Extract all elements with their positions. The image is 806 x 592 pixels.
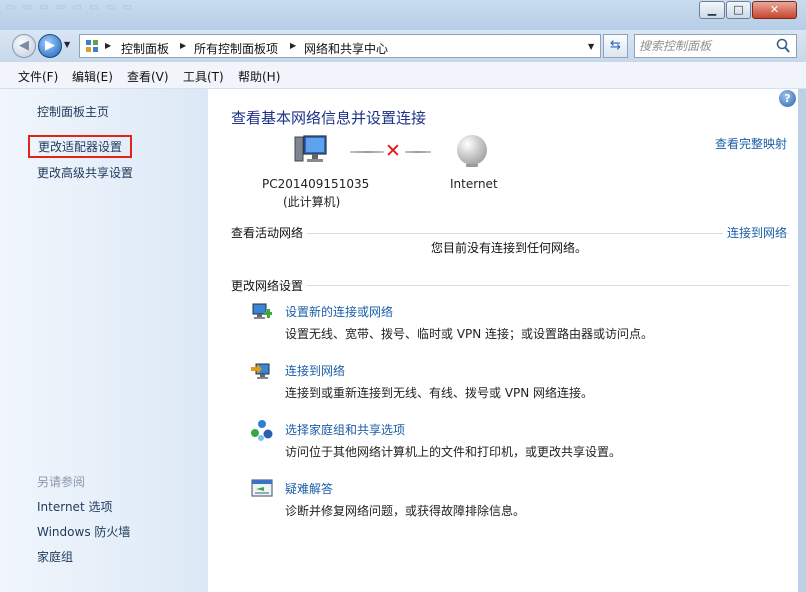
address-box[interactable]: ▶ 控制面板 ▶ 所有控制面板项 ▶ 网络和共享中心 ▼	[79, 34, 601, 58]
control-panel-icon	[85, 39, 99, 53]
connection-line	[405, 151, 431, 153]
sidebar-link-adapter-settings[interactable]: 更改适配器设置	[28, 135, 133, 158]
computer-sub-label: (此计算机)	[283, 195, 341, 209]
task-link-troubleshoot[interactable]: 疑难解答	[285, 480, 333, 497]
active-networks-heading: 查看活动网络	[231, 224, 308, 241]
homegroup-icon	[251, 420, 273, 441]
sidebar-link-firewall[interactable]: Windows 防火墙	[37, 523, 130, 540]
task-desc-homegroup: 访问位于其他网络计算机上的文件和打印机，或更改共享设置。	[285, 445, 622, 459]
sidebar-link-advanced-sharing[interactable]: 更改高级共享设置	[37, 164, 133, 181]
sidebar: 控制面板主页 更改适配器设置 更改高级共享设置 另请参阅 Internet 选项…	[0, 89, 208, 592]
back-button[interactable]: ◀	[12, 34, 36, 58]
recent-pages-dropdown-icon[interactable]: ▼	[64, 40, 70, 49]
connect-to-network-link[interactable]: 连接到网络	[723, 224, 788, 241]
internet-label: Internet	[450, 177, 498, 191]
menu-help[interactable]: 帮助(H)	[238, 68, 280, 85]
internet-globe-icon[interactable]	[457, 135, 487, 165]
task-desc-connect-network: 连接到或重新连接到无线、有线、拨号或 VPN 网络连接。	[285, 386, 594, 400]
menu-file[interactable]: 文件(F)	[18, 68, 58, 85]
connection-line	[350, 151, 384, 153]
task-desc-troubleshoot: 诊断并修复网络问题，或获得故障排除信息。	[285, 504, 526, 518]
title-bar: ▭ ▭ ▭ ▭ ▭ ▭ ▭ ▭ ▁ □ ✕	[0, 0, 806, 30]
refresh-button[interactable]: ⇆	[603, 34, 628, 58]
sidebar-link-home[interactable]: 控制面板主页	[37, 103, 109, 120]
breadcrumb-control-panel[interactable]: 控制面板	[121, 40, 169, 57]
page-title: 查看基本网络信息并设置连接	[231, 109, 427, 127]
close-button[interactable]: ✕	[752, 1, 797, 19]
full-map-link[interactable]: 查看完整映射	[715, 135, 787, 152]
search-box[interactable]	[634, 34, 797, 58]
main-content: ? 查看基本网络信息并设置连接 查看完整映射 ✕ PC201409151035 …	[208, 89, 806, 592]
menu-edit[interactable]: 编辑(E)	[72, 68, 113, 85]
address-dropdown-icon[interactable]: ▼	[588, 42, 594, 51]
computer-icon[interactable]	[294, 134, 328, 166]
breadcrumb-network-center[interactable]: 网络和共享中心	[304, 40, 388, 57]
menu-view[interactable]: 查看(V)	[127, 68, 169, 85]
new-connection-icon	[252, 303, 272, 319]
see-also-heading: 另请参阅	[37, 475, 86, 489]
window-frame-edge	[798, 89, 806, 592]
sidebar-link-homegroup[interactable]: 家庭组	[37, 548, 73, 565]
breadcrumb-separator-icon[interactable]: ▶	[180, 41, 186, 50]
task-desc-new-connection: 设置无线、宽带、拨号、临时或 VPN 连接；或设置路由器或访问点。	[285, 327, 654, 341]
search-icon[interactable]	[775, 37, 791, 55]
task-link-connect-network[interactable]: 连接到网络	[285, 362, 345, 379]
task-link-new-connection[interactable]: 设置新的连接或网络	[285, 303, 393, 320]
forward-button[interactable]: ▶	[38, 34, 62, 58]
troubleshoot-icon	[251, 479, 273, 497]
menu-bar: 文件(F) 编辑(E) 查看(V) 工具(T) 帮助(H)	[0, 62, 806, 89]
search-input[interactable]	[639, 38, 774, 54]
background-taskbar-ghost: ▭ ▭ ▭ ▭ ▭ ▭ ▭ ▭	[6, 2, 134, 13]
breadcrumb-all-items[interactable]: 所有控制面板项	[194, 40, 278, 57]
computer-name-label: PC201409151035	[262, 177, 370, 191]
globe-stand	[466, 164, 478, 167]
breadcrumb-separator-icon[interactable]: ▶	[105, 41, 111, 50]
sidebar-link-internet-options[interactable]: Internet 选项	[37, 498, 112, 515]
minimize-button[interactable]: ▁	[699, 1, 725, 19]
help-icon[interactable]: ?	[779, 90, 796, 107]
disconnected-x-icon[interactable]: ✕	[385, 141, 401, 161]
section-divider	[231, 233, 789, 234]
task-link-homegroup[interactable]: 选择家庭组和共享选项	[285, 421, 405, 438]
section-divider	[231, 285, 789, 286]
address-toolbar: ◀ ▶ ▼ ▶ 控制面板 ▶ 所有控制面板项 ▶ 网络和共享中心 ▼ ⇆	[0, 30, 806, 62]
breadcrumb-separator-icon[interactable]: ▶	[290, 41, 296, 50]
maximize-button[interactable]: □	[726, 1, 751, 19]
menu-tools[interactable]: 工具(T)	[183, 68, 224, 85]
no-connection-message: 您目前没有连接到任何网络。	[431, 241, 588, 255]
connect-network-icon	[251, 363, 270, 379]
change-settings-heading: 更改网络设置	[231, 277, 308, 294]
